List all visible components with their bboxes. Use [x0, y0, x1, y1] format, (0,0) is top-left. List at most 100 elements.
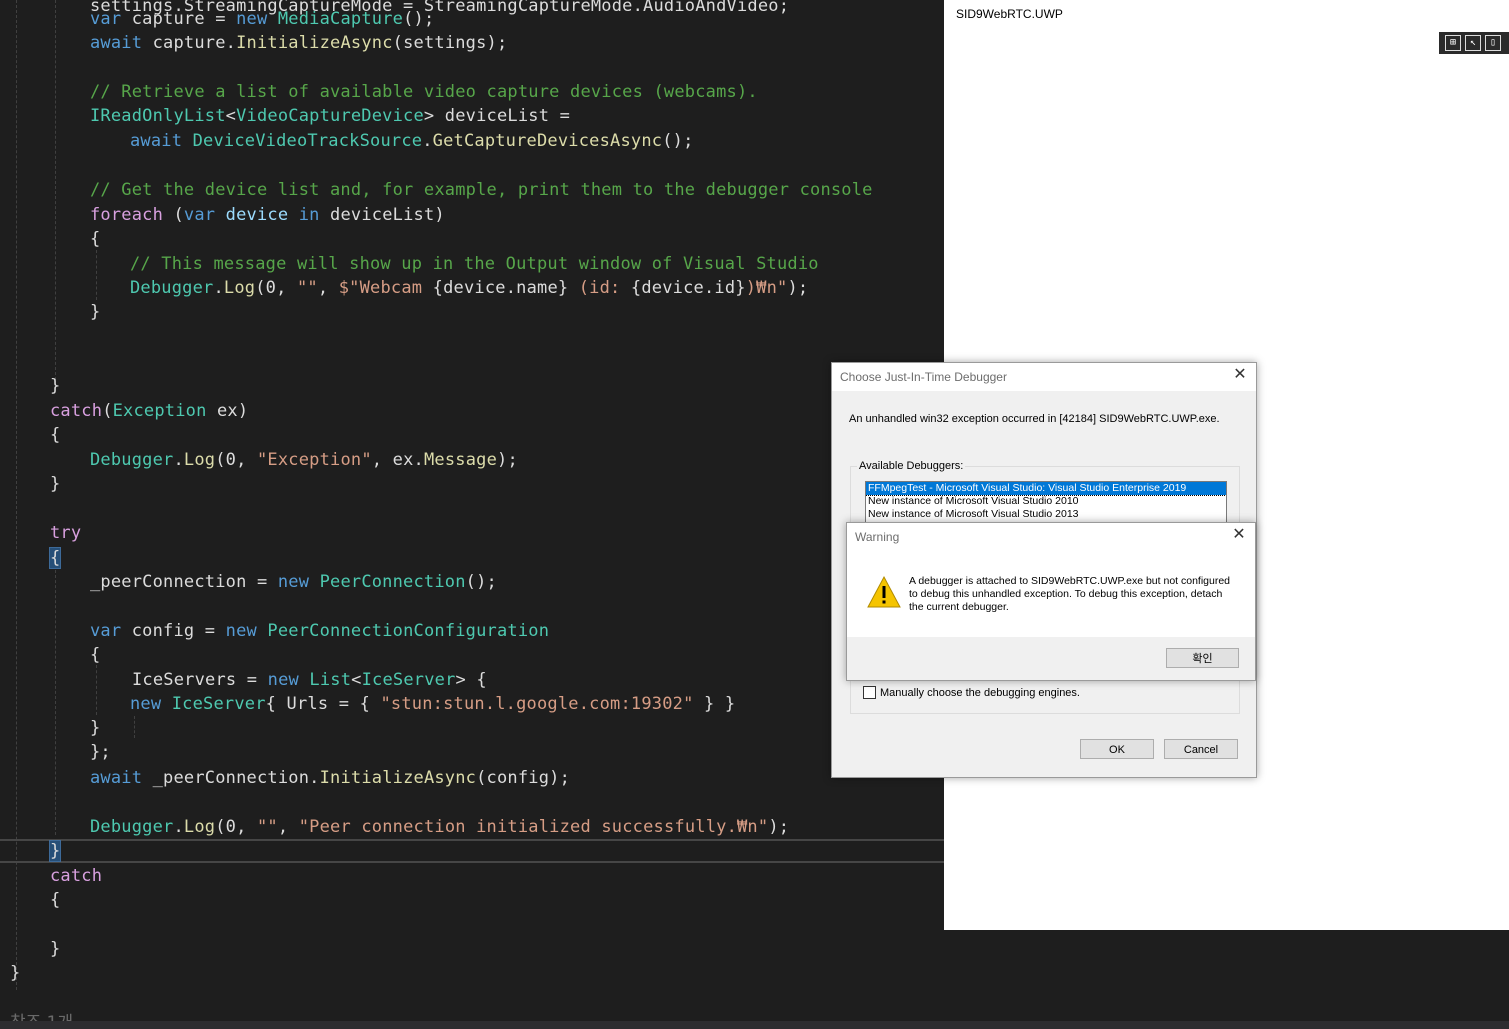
- code-token: capture =: [121, 9, 237, 29]
- code-line: var capture = new MediaCapture();: [90, 7, 434, 31]
- code-token: <: [351, 670, 362, 690]
- code-token: InitializeAsync: [319, 768, 477, 788]
- code-token: ();: [403, 9, 435, 29]
- close-icon[interactable]: ✕: [1232, 367, 1248, 383]
- manual-choose-row[interactable]: Manually choose the debugging engines.: [863, 686, 1080, 699]
- code-token: }: [90, 718, 101, 738]
- code-token: _peerConnection =: [90, 572, 278, 592]
- code-token: ,: [277, 817, 299, 837]
- code-line: }: [50, 937, 60, 961]
- code-line: }: [10, 961, 20, 985]
- code-token: IceServer: [171, 694, 266, 714]
- code-token: "": [256, 817, 278, 837]
- debugger-list-item[interactable]: FFMpegTest - Microsoft Visual Studio: Vi…: [866, 482, 1226, 496]
- code-token: .: [213, 278, 224, 298]
- live-tree-icon[interactable]: ⊞: [1445, 35, 1461, 51]
- code-token: await: [90, 33, 143, 53]
- code-token: > {: [455, 670, 487, 690]
- code-line: }: [50, 472, 60, 496]
- code-token: // Get the device list and, for example,…: [90, 180, 873, 200]
- code-token: {: [48, 547, 62, 569]
- debugger-list-item[interactable]: New instance of Microsoft Visual Studio …: [866, 508, 1226, 521]
- code-line: {: [50, 423, 60, 447]
- code-token: (: [102, 401, 113, 421]
- code-token: in: [298, 205, 320, 225]
- code-token: Exception: [112, 401, 207, 421]
- manual-choose-label: Manually choose the debugging engines.: [880, 686, 1080, 699]
- debugger-list-item[interactable]: New instance of Microsoft Visual Studio …: [866, 495, 1226, 508]
- code-token: new: [277, 572, 310, 592]
- code-token: );: [768, 817, 790, 837]
- display-adorners-icon[interactable]: ▯: [1485, 35, 1501, 51]
- code-token: "": [296, 278, 318, 298]
- code-token: } }: [693, 694, 736, 714]
- code-token: await: [90, 768, 143, 788]
- code-token: capture.: [142, 33, 237, 53]
- code-token: "Peer connection initialized successfull…: [298, 817, 769, 837]
- code-line: await capture.InitializeAsync(settings);: [90, 31, 507, 55]
- code-token: ();: [465, 572, 497, 592]
- code-token: deviceList): [319, 205, 445, 225]
- code-token: <: [225, 106, 237, 126]
- select-element-icon[interactable]: ↖: [1465, 35, 1481, 51]
- code-line: }: [90, 300, 100, 324]
- code-line: Debugger.Log(0, "", $"Webcam {device.nam…: [130, 276, 808, 300]
- code-token: (0,: [215, 450, 257, 470]
- cancel-button[interactable]: Cancel: [1164, 739, 1238, 759]
- code-token: Debugger: [130, 278, 214, 298]
- code-token: { Urls = {: [265, 694, 381, 714]
- code-token: var: [90, 9, 122, 29]
- code-token: new: [225, 621, 257, 641]
- code-token: PeerConnection: [319, 572, 466, 592]
- code-token: var: [90, 621, 122, 641]
- code-token: Debugger: [90, 450, 174, 470]
- code-token: Debugger: [90, 817, 174, 837]
- code-token: // Retrieve a list of available video ca…: [90, 82, 758, 102]
- ok-button[interactable]: OK: [1080, 739, 1154, 759]
- code-token: InitializeAsync: [236, 33, 393, 53]
- code-token: }: [50, 474, 61, 494]
- code-line: new IceServer{ Urls = { "stun:stun.l.goo…: [130, 692, 735, 716]
- warning-icon: [867, 575, 901, 608]
- code-line: await DeviceVideoTrackSource.GetCaptureD…: [130, 129, 694, 153]
- code-token: Log: [183, 450, 216, 470]
- code-line: {: [48, 546, 62, 570]
- code-token: GetCaptureDevicesAsync: [432, 131, 663, 151]
- code-token: );: [497, 450, 518, 470]
- code-line: }: [48, 839, 62, 863]
- code-token: .: [173, 817, 184, 837]
- warning-dialog: Warning ✕ A debugger is attached to SID9…: [846, 522, 1256, 681]
- code-token: new: [130, 694, 162, 714]
- code-token: {device.id}: [630, 278, 746, 298]
- indent-guide: [134, 716, 135, 738]
- code-token: }: [48, 840, 62, 862]
- code-token: $"Webcam: [338, 278, 433, 298]
- code-token: (settings);: [392, 33, 508, 53]
- code-line: IReadOnlyList<VideoCaptureDevice> device…: [90, 104, 570, 128]
- code-token: };: [90, 742, 111, 762]
- code-line: try: [50, 521, 81, 545]
- close-icon[interactable]: ✕: [1231, 527, 1247, 543]
- code-editor[interactable]: settings.StreamingCaptureMode = Streamin…: [0, 0, 944, 1029]
- code-line: // Retrieve a list of available video ca…: [90, 80, 758, 104]
- code-line: await _peerConnection.InitializeAsync(co…: [90, 766, 570, 790]
- code-token: )₩n": [745, 278, 788, 298]
- code-line: Debugger.Log(0, "", "Peer connection ini…: [90, 815, 789, 839]
- code-token: (config);: [476, 768, 571, 788]
- code-line: catch: [50, 864, 102, 888]
- manual-choose-checkbox[interactable]: [863, 686, 876, 699]
- confirm-button[interactable]: 확인: [1166, 648, 1239, 668]
- code-token: }: [10, 963, 21, 983]
- warning-dialog-title: Warning: [847, 523, 1255, 551]
- jit-dialog-title: Choose Just-In-Time Debugger: [832, 363, 1256, 391]
- code-token: (0,: [215, 817, 257, 837]
- code-token: IceServer: [361, 670, 456, 690]
- code-line: foreach (var device in deviceList): [90, 203, 445, 227]
- code-line: // Get the device list and, for example,…: [90, 178, 873, 202]
- code-line: IceServers = new List<IceServer> {: [132, 668, 487, 692]
- code-token: }: [90, 302, 101, 322]
- code-token: try: [50, 523, 82, 543]
